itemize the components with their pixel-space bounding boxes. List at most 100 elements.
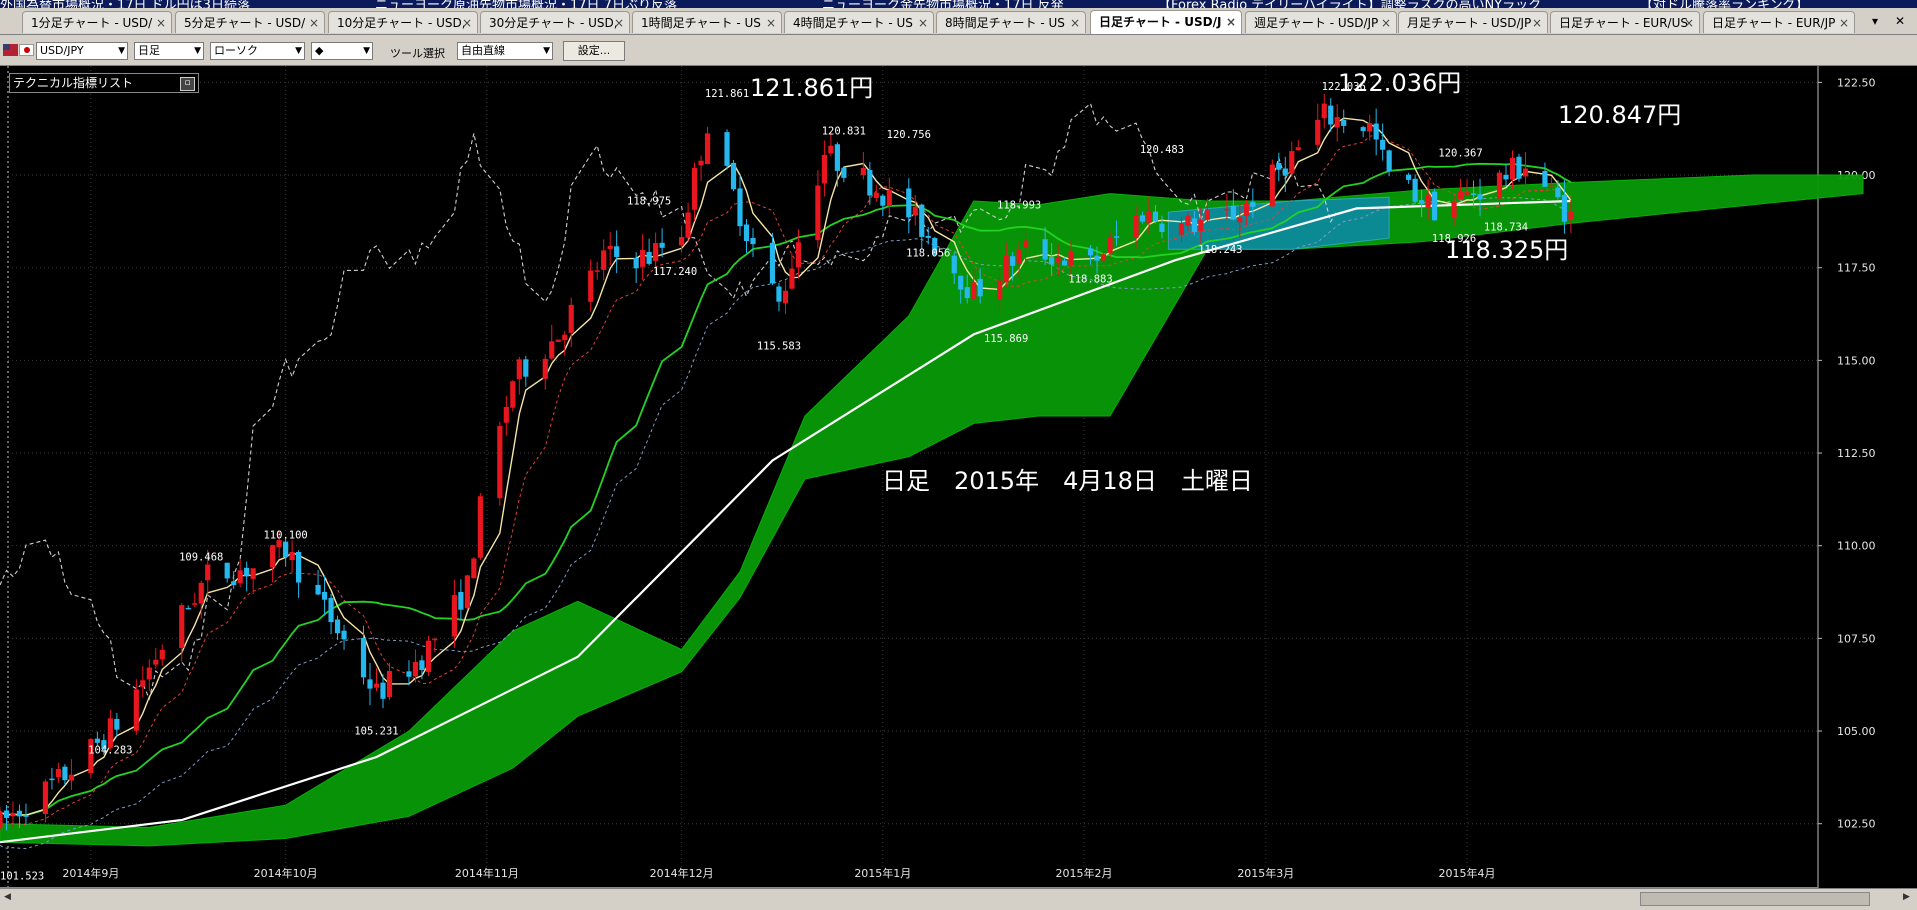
currency-pair-select[interactable]: USD/JPY ▼ [36,42,128,60]
chart-tab[interactable]: 日足チャート - EUR/JP × [1703,11,1855,33]
candle-body [146,667,152,680]
settings-button[interactable]: 設定... [563,41,625,61]
technical-indicator-list[interactable]: テクニカル指標リスト ▫ [9,73,199,93]
close-icon[interactable]: × [1226,11,1236,33]
candle-body [1380,139,1386,150]
close-icon[interactable]: ▫ [180,77,195,91]
ticker-headline[interactable]: 外国為替市場概況・17日 ドル円は3日続落 [0,0,250,8]
chart-tab-label: 日足チャート - EUR/JP [1712,16,1836,30]
close-icon[interactable]: × [156,12,166,33]
currency-pair-value: USD/JPY [40,44,84,57]
candle-body [412,662,419,677]
price-extreme-label: 118.056 [906,248,950,260]
candle-body [373,683,380,688]
chart-tab[interactable]: 4時間足チャート - US × [784,11,934,33]
candle-body [1107,236,1113,253]
chart-tab[interactable]: 10分足チャート - USD, × [328,11,478,33]
candle-body [555,339,561,342]
us-flag-icon [3,44,18,56]
close-icon[interactable]: × [462,12,472,33]
candle-body [250,568,256,579]
candlestick-chart[interactable]: 122.50120.00117.50115.00112.50110.00107.… [0,66,1917,888]
price-tick-label: 122.50 [1837,76,1876,89]
candle-body [730,162,737,190]
candle-body [1087,248,1094,256]
price-extreme-label: 115.869 [984,333,1028,345]
candle-body [997,280,1003,300]
candle-body [860,167,866,175]
candle-body [1133,215,1139,238]
chart-tab[interactable]: 30分足チャート - USD, × [480,11,630,33]
time-tick-label: 2015年4月 [1439,866,1496,880]
candle-body [821,154,828,184]
candle-body [1406,174,1412,180]
chart-type-select[interactable]: ローソク ▼ [210,42,305,60]
ticker-headline[interactable]: 【対ドル騰落率ランキング】 [1640,0,1809,8]
period-select[interactable]: 日足 ▼ [134,42,204,60]
candle-body [549,341,555,359]
close-icon[interactable]: ✕ [1895,14,1905,28]
candle-body [1328,105,1334,125]
chart-tab-label: 月足チャート - USD/JP [1407,16,1532,30]
ticker-headline[interactable]: 【Forex Radio デイリーハイライト】調整ラスクの高いNYラック [1158,0,1541,8]
chart-tab-label: 日足チャート - EUR/US [1559,16,1688,30]
period-value: 日足 [138,44,160,57]
candle-body [114,718,120,730]
chart-tab[interactable]: 週足チャート - USD/JP × [1245,11,1397,33]
candle-body [1457,192,1464,199]
ticker-headline[interactable]: ニューヨーク金先物市場概況・17日 反発 [822,0,1064,8]
candle-body [1204,210,1210,220]
annotation-low-april: 118.325円 [1445,236,1568,264]
chart-tab[interactable]: 月足チャート - USD/JP × [1398,11,1548,33]
candle-body [231,581,237,585]
tool-select[interactable]: 自由直線 ▼ [457,42,553,60]
chart-tab[interactable]: 1分足チャート - USD/× [22,11,172,33]
close-icon[interactable]: × [1684,12,1694,33]
candle-body [471,558,477,579]
close-icon[interactable]: × [1070,12,1080,33]
close-icon[interactable]: × [1381,12,1391,33]
candle-body [601,250,607,270]
scrollbar-thumb[interactable] [1640,892,1870,906]
close-icon[interactable]: × [1532,12,1542,33]
tab-menu-icon[interactable]: ▾ [1872,14,1878,28]
candle-body [49,778,55,781]
chart-tab[interactable]: 日足チャート - EUR/US × [1550,11,1700,33]
scroll-right-icon[interactable]: ▶ [1903,892,1910,902]
candle-body [873,192,879,198]
ticker-headline[interactable]: ニューヨーク原油先物市場概況・17日 7日ぶり反落 [375,0,677,8]
time-tick-label: 2015年2月 [1056,866,1113,880]
indicator-list-label: テクニカル指標リスト [13,76,134,90]
chart-tab[interactable]: 8時間足チャート - US × [936,11,1086,33]
close-icon[interactable]: × [1839,12,1849,33]
close-icon[interactable]: × [614,12,624,33]
candle-body [1010,256,1016,266]
candle-body [633,257,639,269]
candle-body [1341,119,1347,126]
close-icon[interactable]: × [918,12,928,33]
candle-body [1198,219,1204,232]
candle-body [1568,211,1574,220]
horizontal-scrollbar[interactable]: ◀ ▶ [0,888,1917,910]
chart-tab[interactable]: 1時間足チャート - US × [632,11,782,33]
candle-body [951,255,957,274]
candle-body [1048,257,1055,265]
candle-body [1412,178,1418,202]
candle-body [1470,193,1477,196]
candle-body [328,597,334,623]
scroll-left-icon[interactable]: ◀ [4,892,11,902]
candle-body [1503,174,1509,180]
annotation-high-december: 121.861円 [750,74,873,102]
candle-body [360,637,367,678]
candle-body [425,640,432,673]
chart-tab[interactable]: 5分足チャート - USD/× [175,11,325,33]
marker-select[interactable]: ◆ ▼ [311,42,373,60]
candle-body [523,359,529,377]
candle-body [270,545,276,568]
chart-tab[interactable]: 日足チャート - USD/J × [1090,10,1242,34]
candle-body [503,407,509,423]
close-icon[interactable]: × [309,12,319,33]
close-icon[interactable]: × [766,12,776,33]
dropdown-arrow-icon: ▼ [194,46,201,56]
candle-body [1068,250,1074,266]
